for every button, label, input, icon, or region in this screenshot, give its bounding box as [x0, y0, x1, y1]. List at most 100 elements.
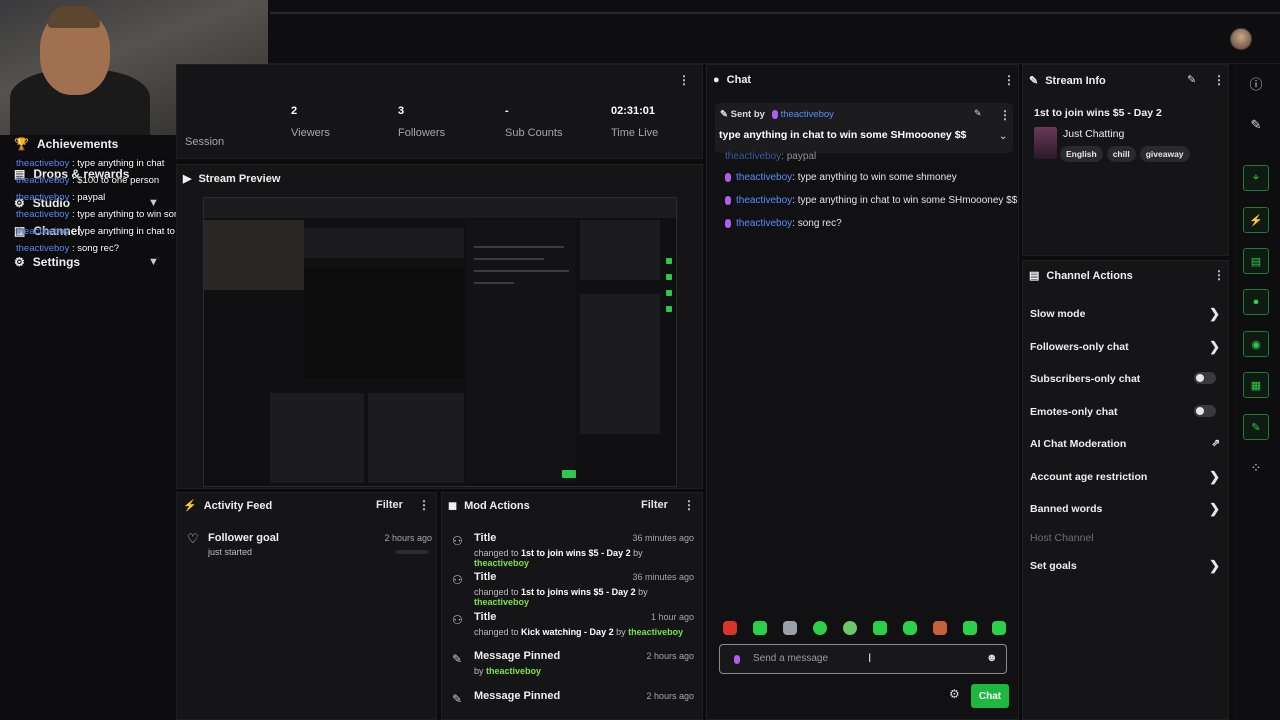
- gear-icon[interactable]: ⚙: [949, 687, 960, 701]
- stream-preview-header: ▶ Stream Preview: [183, 172, 280, 186]
- stream-preview-video[interactable]: [203, 197, 677, 487]
- nav-item-achievements[interactable]: 🏆 Achievements: [14, 137, 118, 151]
- action-followers-only-chat[interactable]: Followers-only chat ❯: [1030, 339, 1222, 354]
- preview-mini-preview: [304, 268, 464, 378]
- pinned-username[interactable]: theactiveboy: [781, 109, 834, 120]
- tag-chip[interactable]: giveaway: [1139, 146, 1190, 162]
- preview-mini-rail-btn: [666, 274, 672, 280]
- stat-sub-counts: - Sub Counts: [505, 105, 562, 139]
- channel-actions-panel: ▤ Channel Actions ⋮ Slow mode ❯ Followers…: [1022, 260, 1229, 720]
- preview-mini-text: [474, 270, 569, 272]
- more-icon[interactable]: ⋮: [683, 498, 695, 512]
- pin-icon[interactable]: ✎: [974, 108, 982, 119]
- chat-send-button[interactable]: Chat: [971, 684, 1009, 708]
- text-cursor-icon: I: [868, 651, 872, 665]
- rail-chat-button[interactable]: ●: [1243, 289, 1269, 315]
- channel-actions-header: ▤ Channel Actions: [1029, 269, 1133, 283]
- activity-feed-header: ⚡ Activity Feed: [183, 499, 273, 513]
- goal-progress-bar: [396, 550, 428, 554]
- rail-focus-button[interactable]: ⌖: [1243, 165, 1269, 191]
- chevron-down-icon[interactable]: ⌄: [999, 131, 1007, 142]
- rail-broadcast-button[interactable]: ◉: [1243, 331, 1269, 357]
- preview-mini-chat-btn: [562, 470, 576, 478]
- mod-action-row: ⚇ Title changed to 1st to join wins $5 -…: [452, 532, 694, 568]
- chat-message: theactiveboy: song rec?: [725, 218, 842, 229]
- activity-item-sub: just started: [208, 547, 253, 557]
- subscribers-only-toggle[interactable]: [1194, 372, 1216, 384]
- more-icon[interactable]: ⋮: [1213, 73, 1225, 87]
- preview-mini-info: [580, 220, 660, 280]
- emote-icon[interactable]: [873, 621, 887, 635]
- panel-title: Activity Feed: [203, 499, 273, 512]
- nav-item-label: Settings: [32, 255, 81, 269]
- preview-mini-text: [474, 258, 544, 260]
- preview-mini-stats: [304, 228, 464, 258]
- emote-icon[interactable]: [723, 621, 737, 635]
- chevron-down-icon[interactable]: ▼: [148, 256, 159, 268]
- edit-user-icon: ⚇: [452, 573, 463, 587]
- emote-icon[interactable]: [843, 621, 857, 635]
- emote-icon[interactable]: [963, 621, 977, 635]
- emote-icon[interactable]: [933, 621, 947, 635]
- emote-icon[interactable]: [813, 621, 827, 635]
- stat-time-live: 02:31:01 Time Live: [611, 105, 658, 139]
- stream-category[interactable]: Just Chatting: [1063, 128, 1124, 140]
- emote-icon[interactable]: [783, 621, 797, 635]
- mod-action-title: Message Pinned: [474, 650, 561, 662]
- preview-mini-actions: [580, 294, 660, 434]
- bolt-icon: ⚡: [183, 500, 197, 512]
- preview-mini-rail-btn: [666, 258, 672, 264]
- more-icon[interactable]: ⋮: [418, 498, 430, 512]
- tag-chip[interactable]: English: [1060, 146, 1103, 162]
- action-account-age-restriction[interactable]: Account age restriction ❯: [1030, 469, 1222, 484]
- action-slow-mode[interactable]: Slow mode ❯: [1030, 306, 1222, 321]
- stat-followers: 3 Followers: [398, 105, 445, 139]
- mod-action-detail: changed to 1st to join wins $5 - Day 2 b…: [474, 548, 643, 568]
- rail-wrench-button[interactable]: ✎: [1243, 414, 1269, 440]
- more-icon[interactable]: ⋮: [678, 73, 690, 87]
- more-icon[interactable]: ⋮: [1003, 73, 1015, 87]
- category-thumbnail[interactable]: [1034, 127, 1057, 159]
- stat-value: -: [505, 105, 509, 117]
- rail-notes-button[interactable]: ▤: [1243, 248, 1269, 274]
- stat-label: Time Live: [611, 127, 659, 139]
- preview-mini-rail-btn: [666, 306, 672, 312]
- activity-filter-button[interactable]: Filter: [376, 499, 403, 511]
- more-icon[interactable]: ⋮: [1213, 268, 1225, 282]
- more-icon[interactable]: ⋮: [999, 108, 1011, 122]
- chat-input-placeholder: Send a message: [753, 653, 829, 664]
- panel-title: Channel Actions: [1046, 269, 1133, 282]
- action-banned-words[interactable]: Banned words ❯: [1030, 501, 1222, 516]
- action-set-goals[interactable]: Set goals ❯: [1030, 558, 1222, 573]
- pin-icon: ✎: [452, 692, 463, 706]
- rail-layout-button[interactable]: ▦: [1243, 372, 1269, 398]
- nav-item-settings[interactable]: ⚙ Settings: [14, 255, 80, 269]
- info-icon[interactable]: ⓘ: [1243, 72, 1269, 94]
- nav-item-label: Achievements: [36, 137, 119, 151]
- edit-icon[interactable]: ✎: [1187, 73, 1196, 86]
- action-host-channel: Host Channel: [1030, 532, 1094, 544]
- session-label: Session: [185, 136, 225, 148]
- avatar[interactable]: [1230, 28, 1252, 50]
- preview-mini-activity: [270, 393, 364, 483]
- emoji-icon[interactable]: ☻: [986, 652, 998, 664]
- action-ai-chat-moderation[interactable]: AI Chat Moderation ⇗: [1030, 438, 1222, 450]
- emote-icon[interactable]: [753, 621, 767, 635]
- wrench-icon: ✎: [1029, 75, 1039, 87]
- chat-input[interactable]: Send a message I ☻: [719, 644, 1007, 674]
- panel-title: Chat: [726, 74, 752, 86]
- emote-icon[interactable]: [992, 621, 1006, 635]
- mod-action-detail: changed to Kick watching - Day 2 by thea…: [474, 627, 684, 637]
- rail-bolt-button[interactable]: ⚡: [1243, 207, 1269, 233]
- left-nav: 🏆 Achievements ▤ Drops & rewards ⚙ Studi…: [0, 135, 286, 720]
- overlay-chat-line: theactiveboy : paypal: [16, 192, 106, 203]
- trophy-icon: 🏆: [14, 137, 29, 151]
- emote-icon[interactable]: [903, 621, 917, 635]
- pinned-message[interactable]: ✎ Sent by theactiveboy ✎ ⋮ type anything…: [715, 103, 1013, 153]
- tag-chip[interactable]: chill: [1106, 146, 1136, 162]
- apps-icon[interactable]: ⁘: [1243, 457, 1269, 479]
- mod-filter-button[interactable]: Filter: [641, 499, 668, 511]
- chevron-down-icon[interactable]: ▼: [148, 197, 159, 209]
- emotes-only-toggle[interactable]: [1194, 405, 1216, 417]
- pencil-icon[interactable]: ✎: [1243, 114, 1269, 136]
